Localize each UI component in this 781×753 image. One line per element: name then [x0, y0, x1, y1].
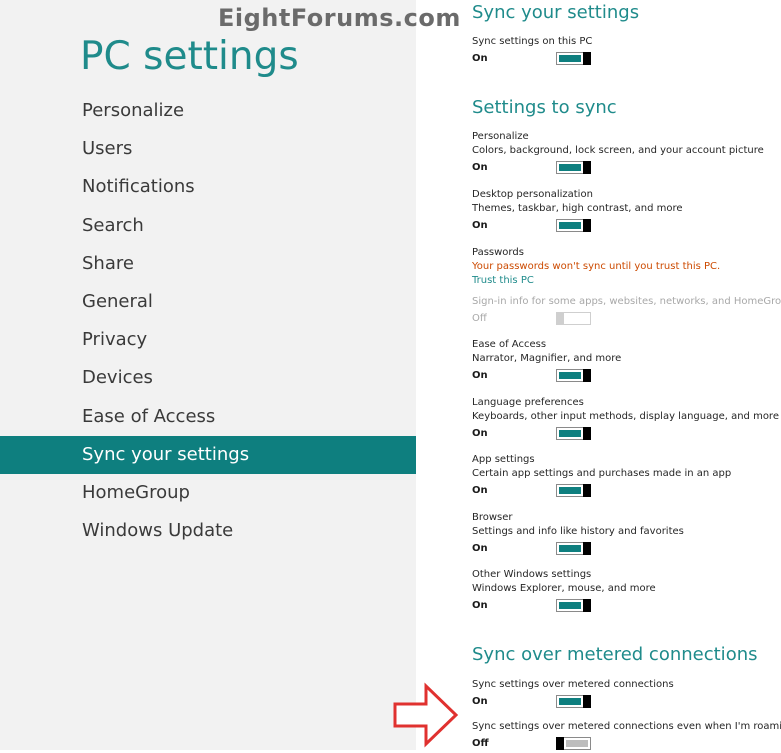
setting-description: Settings and info like history and favor… [472, 526, 684, 537]
passwords-toggle [556, 312, 591, 325]
setting-title: Personalize [472, 131, 529, 142]
setting-title: Passwords [472, 247, 524, 258]
setting-title: Sync settings on this PC [472, 36, 593, 47]
setting-ease-of-access: Ease of Access Narrator, Magnifier, and … [472, 338, 777, 385]
setting-other-windows: Other Windows settings Windows Explorer,… [472, 568, 777, 615]
setting-title: Sync settings over metered connections e… [472, 721, 781, 732]
sidebar: PC settings Personalize Users Notificati… [0, 0, 416, 750]
sidebar-item-windows-update[interactable]: Windows Update [0, 512, 416, 550]
setting-desktop-personalization: Desktop personalization Themes, taskbar,… [472, 188, 777, 235]
setting-browser: Browser Settings and info like history a… [472, 511, 777, 558]
sidebar-item-search[interactable]: Search [0, 207, 416, 245]
desktop-personalization-toggle[interactable] [556, 219, 591, 232]
red-arrow-icon [393, 682, 459, 748]
toggle-state: On [472, 485, 488, 496]
sync-pc-toggle[interactable] [556, 52, 591, 65]
sidebar-item-homegroup[interactable]: HomeGroup [0, 474, 416, 512]
setting-title: Desktop personalization [472, 189, 593, 200]
section-header-settings-to-sync: Settings to sync [472, 97, 617, 118]
toggle-state: Off [472, 313, 487, 324]
watermark: EightForums.com [218, 4, 461, 32]
toggle-state: On [472, 428, 488, 439]
page-title: PC settings [80, 34, 299, 79]
setting-title: Browser [472, 512, 513, 523]
toggle-state: Off [472, 738, 489, 749]
setting-metered-roaming: Sync settings over metered connections e… [472, 720, 781, 753]
sidebar-item-share[interactable]: Share [0, 245, 416, 283]
personalize-toggle[interactable] [556, 161, 591, 174]
setting-language-preferences: Language preferences Keyboards, other in… [472, 396, 779, 443]
settings-content: Sync your settings Sync settings on this… [472, 0, 781, 753]
toggle-state: On [472, 543, 488, 554]
sidebar-item-devices[interactable]: Devices [0, 359, 416, 397]
sidebar-item-ease-of-access[interactable]: Ease of Access [0, 398, 416, 436]
sidebar-item-general[interactable]: General [0, 283, 416, 321]
setting-app-settings: App settings Certain app settings and pu… [472, 453, 777, 500]
setting-description: Colors, background, lock screen, and you… [472, 145, 764, 156]
setting-description: Certain app settings and purchases made … [472, 468, 732, 479]
setting-metered: Sync settings over metered connections O… [472, 678, 777, 711]
ease-of-access-toggle[interactable] [556, 369, 591, 382]
setting-title: Ease of Access [472, 339, 547, 350]
setting-description: Keyboards, other input methods, display … [472, 411, 779, 422]
app-settings-toggle[interactable] [556, 484, 591, 497]
trust-warning: Your passwords won't sync until you trus… [472, 261, 721, 272]
setting-description: Sign-in info for some apps, websites, ne… [472, 296, 781, 307]
setting-description: Themes, taskbar, high contrast, and more [472, 203, 683, 214]
toggle-state: On [472, 53, 488, 64]
toggle-state: On [472, 696, 488, 707]
other-windows-settings-toggle[interactable] [556, 599, 591, 612]
setting-personalize: Personalize Colors, background, lock scr… [472, 130, 777, 177]
toggle-state: On [472, 600, 488, 611]
metered-roaming-toggle[interactable] [556, 737, 591, 750]
setting-title: Sync settings over metered connections [472, 679, 674, 690]
sidebar-item-privacy[interactable]: Privacy [0, 321, 416, 359]
setting-description: Windows Explorer, mouse, and more [472, 583, 656, 594]
language-preferences-toggle[interactable] [556, 427, 591, 440]
trust-this-pc-link[interactable]: Trust this PC [472, 274, 777, 288]
setting-title: App settings [472, 454, 535, 465]
sidebar-item-users[interactable]: Users [0, 130, 416, 168]
section-header-metered: Sync over metered connections [472, 644, 758, 665]
setting-passwords: Passwords Your passwords won't sync unti… [472, 246, 781, 328]
setting-title: Other Windows settings [472, 569, 592, 580]
toggle-state: On [472, 162, 488, 173]
browser-toggle[interactable] [556, 542, 591, 555]
section-header-sync: Sync your settings [472, 2, 640, 23]
metered-toggle[interactable] [556, 695, 591, 708]
toggle-state: On [472, 220, 488, 231]
sidebar-item-notifications[interactable]: Notifications [0, 168, 416, 206]
setting-sync-pc: Sync settings on this PC On [472, 35, 777, 68]
setting-description: Narrator, Magnifier, and more [472, 353, 622, 364]
sidebar-nav: Personalize Users Notifications Search S… [0, 92, 416, 550]
toggle-state: On [472, 370, 488, 381]
sidebar-item-sync-your-settings[interactable]: Sync your settings [0, 435, 416, 474]
setting-title: Language preferences [472, 397, 584, 408]
sidebar-item-personalize[interactable]: Personalize [0, 92, 416, 130]
